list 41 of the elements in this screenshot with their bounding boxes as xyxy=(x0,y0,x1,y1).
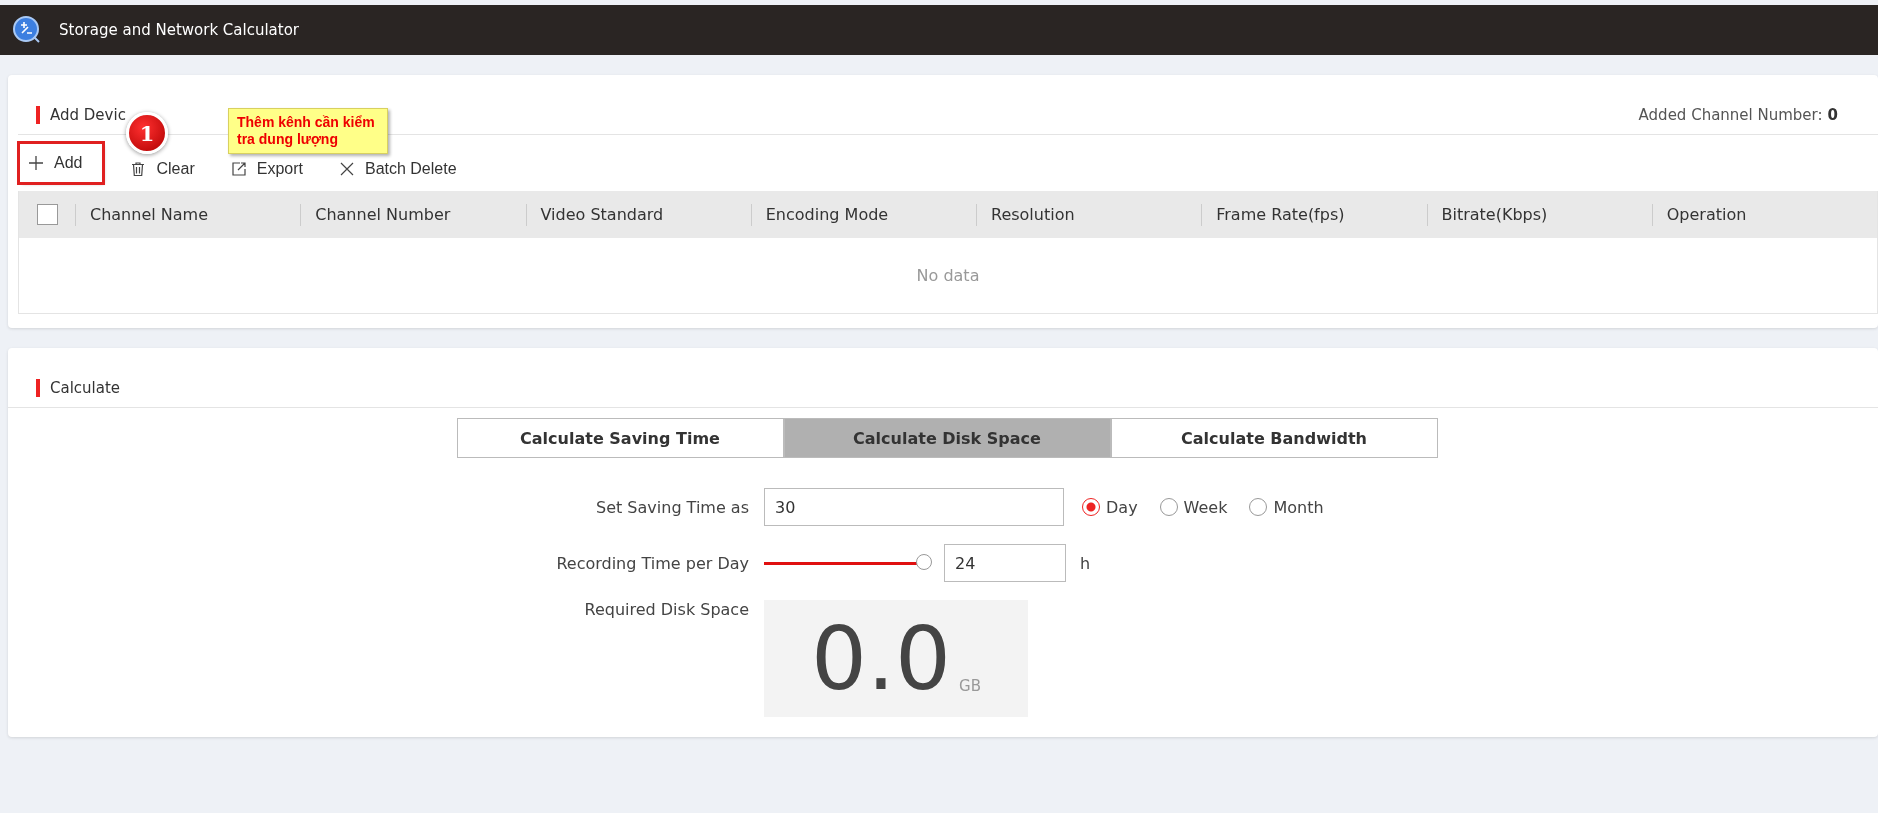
delete-button[interactable]: Batch Delete xyxy=(330,157,465,181)
added-channel-label: Added Channel Number: xyxy=(1638,106,1823,124)
add-button[interactable]: Add xyxy=(20,144,103,182)
close-icon xyxy=(338,161,355,177)
calculator-tab[interactable]: Calculate Disk Space xyxy=(783,418,1111,458)
calculator-tab[interactable]: Calculate Bandwidth xyxy=(1110,418,1438,458)
calculator-logo-icon xyxy=(13,16,41,44)
column-header: Video Standard xyxy=(540,204,664,224)
field-label: Set Saving Time as xyxy=(595,497,750,517)
clear-button[interactable]: Clear xyxy=(122,157,203,181)
export-icon xyxy=(230,161,247,177)
disk-space-value: 0.0 xyxy=(811,615,951,703)
saving-time-field[interactable]: 30 xyxy=(764,488,1064,526)
column-header: Bitrate(Kbps) xyxy=(1441,204,1548,224)
field-label: Required Disk Space xyxy=(583,600,750,619)
column-header: Channel Number xyxy=(315,204,451,224)
calculator-tab[interactable]: Calculate Saving Time xyxy=(456,418,784,458)
unit-radio[interactable]: Month xyxy=(1249,497,1324,517)
annotation-tooltip: Thêm kênh cần kiểm tra dung lượng xyxy=(228,108,388,154)
field-label: Recording Time per Day xyxy=(555,553,750,573)
unit-radio[interactable]: Week xyxy=(1159,497,1228,517)
unit-label: h xyxy=(1080,553,1091,573)
disk-space-unit: GB xyxy=(959,677,981,697)
empty-message: No data xyxy=(916,266,980,285)
column-header: Operation xyxy=(1666,204,1747,224)
trash-icon xyxy=(130,161,147,177)
plus-icon xyxy=(28,155,44,171)
export-button[interactable]: Export xyxy=(222,157,311,181)
column-header: Encoding Mode xyxy=(765,204,889,224)
column-header: Frame Rate(fps) xyxy=(1216,204,1345,224)
column-header: Resolution xyxy=(991,204,1075,224)
added-channel-count: 0 xyxy=(1827,106,1838,124)
unit-radio[interactable]: Day xyxy=(1082,497,1138,517)
column-header: Channel Name xyxy=(90,204,208,224)
recording-time-field[interactable]: 24 xyxy=(944,544,1066,582)
section-title: Calculate xyxy=(36,379,121,397)
select-all-checkbox[interactable] xyxy=(36,204,58,225)
slider-thumb[interactable] xyxy=(916,553,932,570)
section-title: Add Devic xyxy=(36,106,126,124)
window-title: Storage and Network Calculator xyxy=(59,21,299,39)
step-badge: 1 xyxy=(126,112,168,154)
